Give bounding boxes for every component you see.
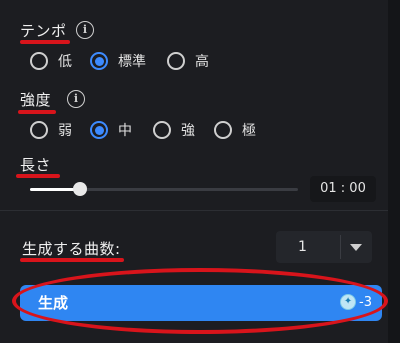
select-separator — [340, 235, 341, 259]
radio-circle — [30, 52, 48, 70]
radio-dot — [94, 125, 104, 135]
radio-label: 高 — [195, 54, 209, 70]
radio-circle — [214, 121, 232, 139]
song-count-label: 生成する曲数: — [22, 240, 121, 258]
radio-label: 強 — [181, 123, 195, 139]
length-value-display: 01 : 00 — [310, 176, 376, 202]
radio-label: 弱 — [58, 123, 72, 139]
info-icon[interactable]: i — [76, 21, 94, 39]
length-label: 長さ — [20, 156, 52, 174]
tempo-option-standard[interactable]: 標準 — [90, 51, 146, 71]
tempo-option-high[interactable]: 高 — [167, 51, 209, 71]
section-divider — [0, 210, 388, 211]
chevron-down-icon[interactable] — [350, 244, 362, 251]
radio-label: 低 — [58, 54, 72, 70]
strength-option-extreme[interactable]: 極 — [214, 120, 256, 140]
radio-label: 標準 — [118, 54, 146, 70]
panel-edge — [388, 0, 400, 343]
strength-option-strong[interactable]: 強 — [153, 120, 195, 140]
annotation-underline-song-count — [20, 258, 124, 262]
info-icon[interactable]: i — [67, 90, 85, 108]
tempo-label: テンポ — [20, 22, 67, 40]
radio-circle — [167, 52, 185, 70]
tempo-option-low[interactable]: 低 — [30, 51, 72, 71]
song-count-select[interactable]: 1 — [276, 231, 372, 263]
radio-dot — [94, 56, 104, 66]
radio-label: 極 — [242, 123, 256, 139]
strength-option-medium[interactable]: 中 — [90, 120, 132, 140]
strength-option-weak[interactable]: 弱 — [30, 120, 72, 140]
radio-circle — [90, 52, 108, 70]
song-count-value: 1 — [298, 239, 307, 255]
annotation-underline-tempo — [20, 40, 70, 44]
radio-circle — [90, 121, 108, 139]
annotation-underline-strength — [18, 110, 56, 114]
radio-circle — [153, 121, 171, 139]
annotation-ellipse-generate — [12, 268, 388, 334]
radio-circle — [30, 121, 48, 139]
radio-label: 中 — [118, 123, 132, 139]
strength-label: 強度 — [20, 91, 52, 109]
annotation-underline-length — [16, 174, 60, 178]
length-slider-thumb[interactable] — [73, 182, 87, 196]
